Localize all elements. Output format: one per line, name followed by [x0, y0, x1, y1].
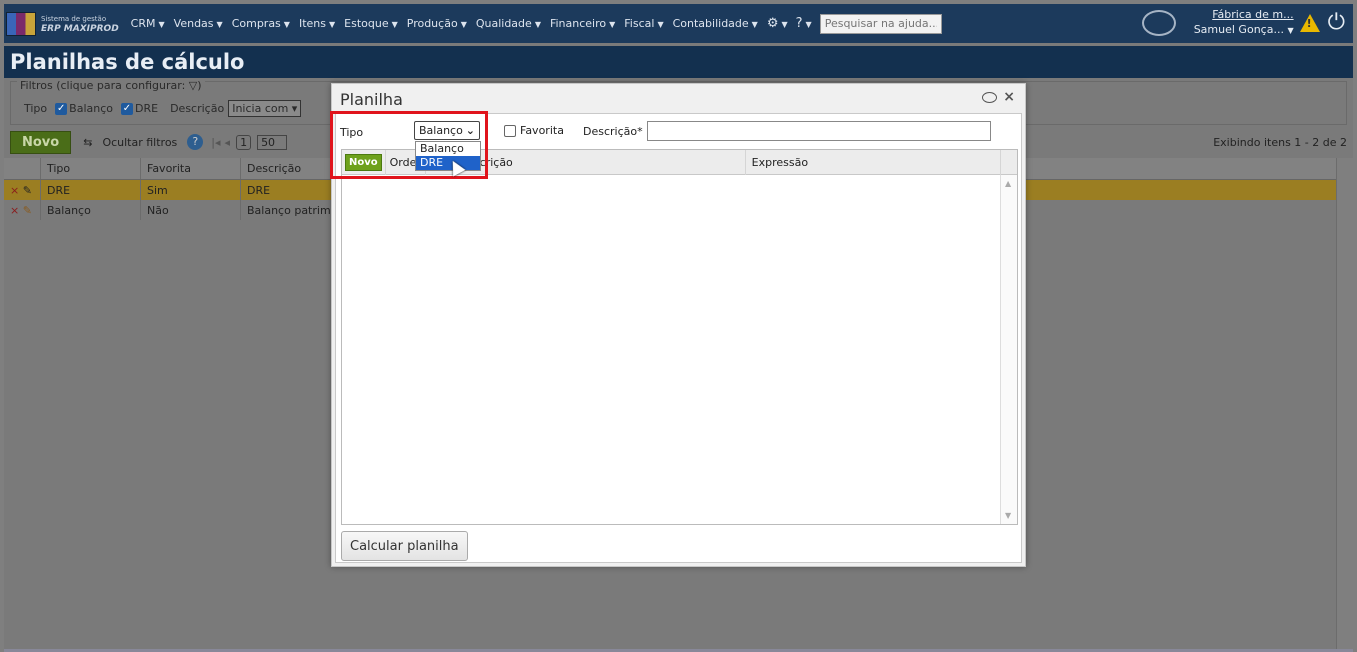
help-search-input[interactable] [819, 13, 942, 34]
items-count: Exibindo itens 1 - 2 de 2 [1213, 135, 1347, 149]
caret-down-icon: ▼ [328, 20, 336, 29]
edit-icon[interactable]: ✎ [23, 204, 32, 217]
hide-filters-button[interactable]: Ocultar filtros [102, 136, 177, 149]
filters-legend[interactable]: Filtros (clique para configurar: ▽) [17, 79, 205, 92]
tipo-select[interactable]: Balanço ⌄ [414, 121, 480, 140]
brand-line2: ERP MAXIPROD [41, 23, 119, 34]
prev-page-icon[interactable]: ◂ [225, 136, 231, 149]
filter-descricao-mode-select[interactable]: Inicia com ▾ [228, 100, 302, 117]
menu-crm[interactable]: CRM ▼ [131, 17, 165, 30]
help-icon[interactable]: ? ▼ [796, 16, 812, 31]
calculate-spreadsheet-button[interactable]: Calcular planilha [341, 531, 468, 561]
new-button[interactable]: Novo [10, 130, 72, 154]
menu-producao[interactable]: Produção ▼ [407, 17, 467, 30]
caret-down-icon: ▼ [460, 20, 467, 29]
funnel-icon: ▽ [188, 79, 198, 92]
caret-down-icon: ▼ [657, 20, 664, 29]
caret-down-icon: ▼ [283, 20, 290, 29]
dialog-body: Tipo Balanço ⌄ Balanço DRE Favorita Desc… [335, 113, 1022, 563]
tipo-label: Tipo [340, 126, 364, 139]
edit-icon[interactable]: ✎ [23, 184, 32, 197]
power-icon[interactable]: ⏻ [1328, 10, 1345, 35]
grid-new-button[interactable]: Novo [345, 153, 382, 171]
logo-icon [6, 11, 36, 36]
col-expressao[interactable]: Expressão [744, 149, 1000, 175]
comment-icon[interactable] [982, 91, 998, 103]
top-navbar: Sistema de gestão ERP MAXIPROD CRM ▼ Vend… [4, 4, 1353, 43]
scroll-up-icon[interactable]: ▲ [1005, 179, 1011, 188]
gear-icon[interactable]: ⚙ ▼ [767, 16, 788, 31]
first-page-icon[interactable]: |◂ [211, 136, 220, 149]
page-size-select[interactable]: 50 [257, 134, 288, 150]
dialog-title: Planilha [340, 90, 403, 109]
descricao-label: Descrição* [583, 125, 643, 138]
caret-down-icon: ▼ [158, 20, 165, 29]
help-circle-icon[interactable]: ? [187, 134, 204, 150]
chat-icon[interactable] [1141, 9, 1176, 36]
descricao-input[interactable] [647, 121, 991, 141]
filter-dre-checkbox[interactable]: ✓ [121, 102, 133, 115]
page-number[interactable]: 1 [236, 134, 252, 150]
caret-down-icon: ▼ [216, 20, 223, 29]
filter-tipo-label: Tipo [24, 102, 48, 115]
caret-down-icon: ▼ [391, 20, 398, 29]
refresh-icon[interactable]: ⇆ [83, 136, 92, 149]
menu-itens[interactable]: Itens ▼ [299, 17, 335, 30]
caret-down-icon: ▼ [609, 20, 616, 29]
page-title: Planilhas de cálculo [4, 46, 1353, 78]
menu-compras[interactable]: Compras ▼ [232, 17, 290, 30]
delete-icon[interactable]: × [10, 184, 19, 197]
filter-balanco-checkbox[interactable]: ✓ [55, 102, 68, 115]
main-menu: CRM ▼ Vendas ▼ Compras ▼ Itens ▼ Estoque ▼ Pr… [131, 13, 942, 34]
expressions-scrollbar[interactable]: ▲ ▼ [1000, 175, 1017, 524]
app-logo[interactable]: Sistema de gestão ERP MAXIPROD [6, 11, 119, 36]
spreadsheet-dialog: Planilha × Tipo Balanço ⌄ Balanço DRE Fa… [331, 83, 1026, 567]
expressions-grid: Novo Orde crição Expressão ▲ ▼ [341, 149, 1018, 525]
warning-icon[interactable]: ! [1299, 13, 1320, 32]
caret-down-icon: ▼ [1287, 26, 1294, 35]
menu-financeiro[interactable]: Financeiro ▼ [550, 17, 615, 30]
grid-scrollbar[interactable] [1336, 158, 1353, 649]
favorita-checkbox[interactable] [504, 124, 516, 137]
col-tipo[interactable]: Tipo [41, 158, 141, 179]
caret-down-icon: ▼ [534, 20, 541, 29]
filter-descricao-label: Descrição [170, 102, 225, 115]
menu-vendas[interactable]: Vendas ▼ [174, 17, 223, 30]
menu-estoque[interactable]: Estoque ▼ [344, 17, 398, 30]
menu-qualidade[interactable]: Qualidade ▼ [476, 17, 541, 30]
menu-contabilidade[interactable]: Contabilidade ▼ [673, 17, 758, 30]
scroll-down-icon[interactable]: ▼ [1005, 511, 1011, 520]
favorita-label: Favorita [520, 124, 564, 137]
col-favorita[interactable]: Favorita [141, 158, 241, 179]
menu-fiscal[interactable]: Fiscal ▼ [624, 17, 663, 30]
user-menu[interactable]: Samuel Gonça... ▼ [1194, 22, 1294, 38]
chevron-down-icon: ⌄ [465, 124, 475, 137]
caret-down-icon: ▼ [751, 20, 758, 29]
tipo-option-balanco[interactable]: Balanço [416, 142, 480, 156]
brand-line1: Sistema de gestão [41, 14, 107, 23]
delete-icon[interactable]: × [10, 204, 19, 217]
company-link[interactable]: Fábrica de m... [1194, 7, 1293, 22]
close-icon[interactable]: × [1003, 89, 1015, 105]
